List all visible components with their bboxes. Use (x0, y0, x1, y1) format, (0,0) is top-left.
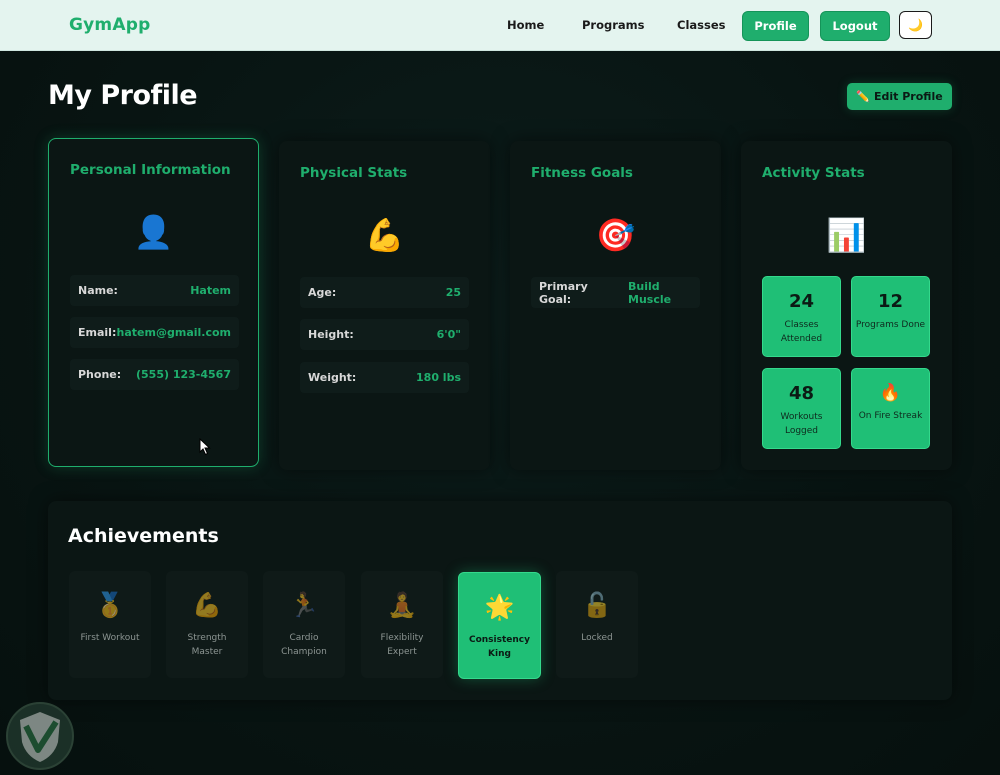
moon-icon: 🌙 (908, 18, 923, 32)
lock-icon: 🔓 (582, 592, 612, 619)
goal-row-primary: Primary Goal: Build Muscle (531, 277, 700, 308)
logout-button[interactable]: Logout (820, 11, 890, 41)
row-value: Hatem (190, 284, 231, 297)
achievement-locked[interactable]: 🔓 Locked (556, 571, 638, 678)
achievement-label: Strength Master (187, 633, 227, 657)
app-logo[interactable]: GymApp (69, 15, 150, 35)
fitness-goals-card: Fitness Goals 🎯 Primary Goal: Build Musc… (510, 141, 721, 470)
stat-box-programs: 12 Programs Done (851, 276, 930, 357)
nav-link-home[interactable]: Home (507, 18, 544, 32)
stat-row-height: Height: 6'0" (300, 319, 469, 350)
row-value: hatem@gmail.com (116, 326, 231, 339)
flexed-biceps-icon: 💪 (192, 592, 222, 619)
info-row-phone: Phone: (555) 123-4567 (70, 359, 239, 390)
row-label: Phone: (78, 368, 122, 381)
achievement-consistency-king[interactable]: 🌟 Consistency King (458, 572, 541, 679)
row-label: Weight: (308, 371, 357, 384)
info-row-email: Email: hatem@gmail.com (70, 317, 239, 348)
nav-link-classes[interactable]: Classes (677, 18, 725, 32)
achievements-title: Achievements (68, 525, 219, 547)
achievement-first-workout[interactable]: 🥇 First Workout (69, 571, 151, 678)
achievement-cardio-champion[interactable]: 🏃 Cardio Champion (263, 571, 345, 678)
star-icon: 🌟 (484, 594, 515, 621)
row-label: Name: (78, 284, 118, 297)
row-label: Email: (78, 326, 117, 339)
stat-label: On Fire Streak (858, 411, 923, 421)
shield-watermark-icon (6, 702, 74, 770)
stat-label: Classes Attended (780, 320, 823, 344)
profile-button[interactable]: Profile (742, 11, 809, 41)
card-title: Physical Stats (300, 165, 408, 181)
target-icon: 🎯 (595, 217, 636, 253)
pencil-icon: ✏️ (856, 90, 870, 103)
stat-box-workouts: 48 Workouts Logged (762, 368, 841, 449)
row-value: (555) 123-4567 (136, 368, 231, 381)
page-title: My Profile (48, 80, 198, 111)
achievements-panel: Achievements 🥇 First Workout 💪 Strength … (48, 501, 952, 700)
stat-label: Workouts Logged (780, 412, 823, 436)
flexed-biceps-icon: 💪 (364, 217, 405, 253)
achievement-label: Flexibility Expert (380, 633, 424, 657)
info-row-name: Name: Hatem (70, 275, 239, 306)
stat-value: 24 (788, 291, 815, 312)
achievement-flexibility-expert[interactable]: 🧘 Flexibility Expert (361, 571, 443, 678)
row-label: Height: (308, 328, 354, 341)
achievement-label: Locked (581, 633, 613, 643)
achievement-label: Cardio Champion (281, 633, 327, 657)
row-label: Primary Goal: (539, 279, 588, 306)
card-title: Activity Stats (762, 165, 865, 181)
personal-information-card: Personal Information 👤 Name: Hatem Email… (48, 138, 259, 467)
activity-stats-card: Activity Stats 📊 24 Classes Attended 12 … (741, 141, 952, 470)
physical-stats-card: Physical Stats 💪 Age: 25 Height: 6'0" We… (279, 141, 490, 470)
top-navbar: GymApp Home Programs Classes Profile Log… (0, 0, 1000, 51)
user-icon: 👤 (133, 214, 174, 250)
stat-value: 12 (877, 291, 904, 312)
achievement-strength-master[interactable]: 💪 Strength Master (166, 571, 248, 678)
mouse-cursor-icon (199, 438, 211, 456)
row-value: 180 lbs (416, 371, 461, 384)
theme-toggle-button[interactable]: 🌙 (899, 11, 932, 39)
stat-row-age: Age: 25 (300, 277, 469, 308)
card-title: Fitness Goals (531, 165, 633, 181)
nav-link-programs[interactable]: Programs (582, 18, 645, 32)
edit-profile-label: Edit Profile (874, 90, 943, 103)
stat-row-weight: Weight: 180 lbs (300, 362, 469, 393)
runner-icon: 🏃 (289, 592, 319, 619)
achievement-label: First Workout (80, 633, 140, 643)
yoga-icon: 🧘 (387, 592, 417, 619)
card-title: Personal Information (70, 162, 231, 178)
achievement-label: Consistency King (468, 635, 530, 659)
bar-chart-icon: 📊 (826, 217, 867, 253)
stat-label: Programs Done (855, 320, 926, 330)
stat-box-classes: 24 Classes Attended (762, 276, 841, 357)
fire-icon: 🔥 (879, 383, 902, 403)
row-value: Build Muscle (628, 279, 672, 306)
stat-box-streak: 🔥 On Fire Streak (851, 368, 930, 449)
medal-icon: 🥇 (95, 592, 125, 619)
edit-profile-button[interactable]: ✏️ Edit Profile (847, 83, 952, 110)
stat-value: 48 (788, 383, 815, 404)
row-value: 25 (445, 286, 461, 299)
row-value: 6'0" (436, 328, 461, 341)
row-label: Age: (308, 286, 337, 299)
